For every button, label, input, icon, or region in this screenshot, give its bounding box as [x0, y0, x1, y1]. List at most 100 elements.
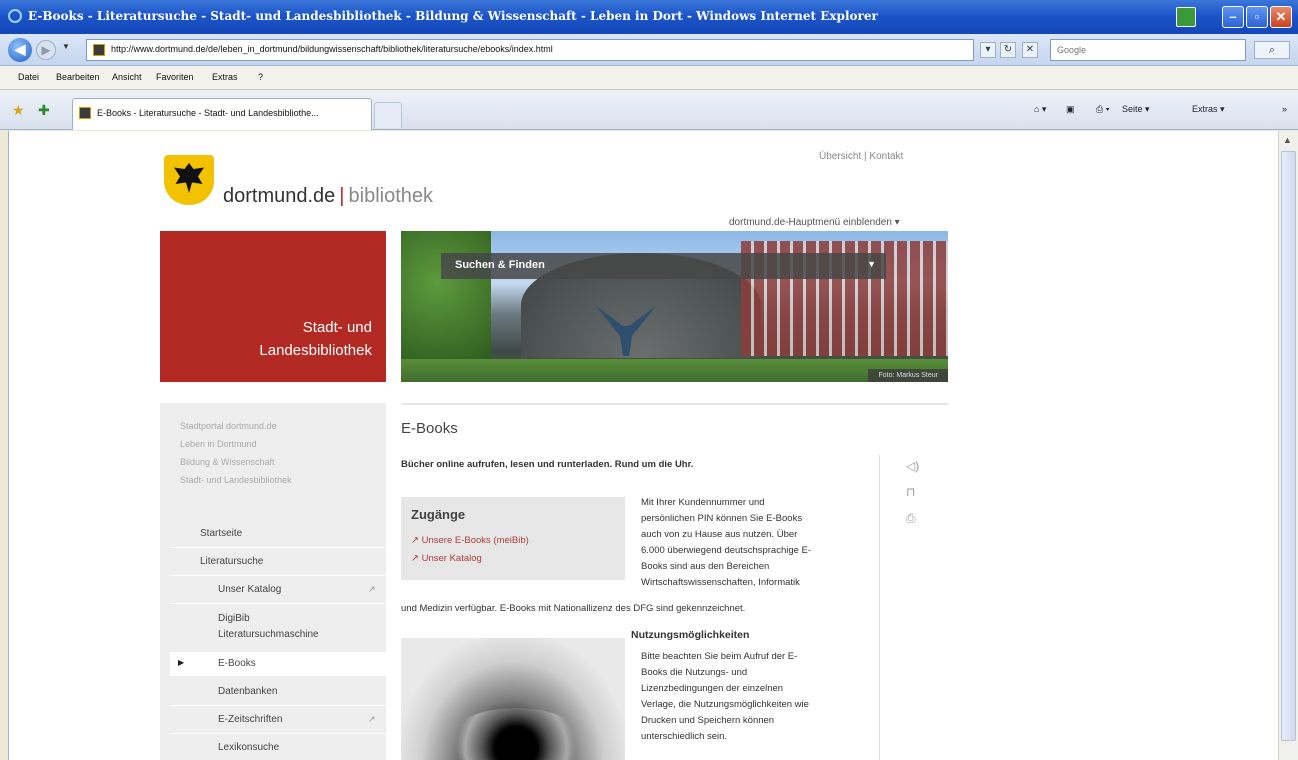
- ie-logo-icon: [8, 9, 22, 23]
- close-button[interactable]: ✕: [1270, 6, 1292, 28]
- print-cmd-icon[interactable]: ⎙ ▾: [1096, 104, 1109, 115]
- stop-button[interactable]: ✕: [1022, 42, 1038, 58]
- speaker-icon[interactable]: ◁): [906, 459, 919, 473]
- favorites-star-icon[interactable]: ★: [12, 102, 25, 119]
- sidebar-item-datenbanken[interactable]: Datenbanken: [218, 686, 278, 697]
- ebooks-access-link[interactable]: ↗ Unsere E-Books (meiBib): [411, 535, 529, 546]
- intro-line: Wirtschaftswissenschaften, Informatik: [641, 577, 800, 588]
- external-link-icon: ↗: [368, 714, 376, 724]
- search-find-dropdown[interactable]: Suchen & Finden ▼: [441, 253, 886, 279]
- dortmund-logo[interactable]: [164, 155, 214, 205]
- menu-help[interactable]: ?: [258, 72, 263, 82]
- usage-line: Lizenzbedingungen der einzelnen: [641, 683, 784, 694]
- breadcrumb-bildung[interactable]: Bildung & Wissenschaft: [180, 457, 275, 467]
- search-input[interactable]: [1051, 40, 1245, 60]
- overview-link[interactable]: Übersicht: [819, 151, 861, 162]
- add-favorite-icon[interactable]: ✚: [38, 102, 50, 119]
- access-box: Zugänge ↗ Unsere E-Books (meiBib) ↗ Unse…: [401, 497, 625, 580]
- extras-menu-button[interactable]: Extras ▾: [1192, 104, 1225, 115]
- eagle-icon: [174, 163, 204, 193]
- library-banner: Stadt- und Landesbibliothek: [160, 231, 386, 382]
- brand-separator: |: [339, 185, 345, 207]
- ebooks-access-link-label: Unsere E-Books (meiBib): [421, 535, 529, 546]
- home-icon[interactable]: ⌂ ▾: [1034, 104, 1046, 115]
- feeds-icon[interactable]: ▣: [1066, 104, 1075, 115]
- sidebar-item-literatursuche[interactable]: Literatursuche: [200, 556, 263, 567]
- eye-image: [441, 708, 591, 760]
- sidebar-item-startseite[interactable]: Startseite: [200, 528, 242, 539]
- scrollbar-thumb[interactable]: [1281, 151, 1296, 741]
- more-commands-icon[interactable]: »: [1282, 104, 1287, 114]
- nav-divider: [170, 705, 386, 706]
- brand-title[interactable]: dortmund.de | bibliothek: [223, 185, 433, 208]
- url-dropdown-icon[interactable]: ▾: [980, 42, 996, 58]
- menu-bearbeiten[interactable]: Bearbeiten: [56, 72, 100, 82]
- sidebar-item-digibib[interactable]: DigiBib: [218, 613, 250, 624]
- active-arrow-icon: ▶: [178, 658, 185, 667]
- hero-trees: [401, 231, 491, 361]
- sidebar-item-e-books-row[interactable]: ▶: [170, 652, 386, 676]
- nav-divider: [170, 733, 386, 734]
- menu-extras[interactable]: Extras: [212, 72, 238, 82]
- top-links: Übersicht | Kontakt: [819, 151, 903, 162]
- top-links-separator: |: [864, 151, 867, 162]
- breadcrumb-bibliothek[interactable]: Stadt- und Landesbibliothek: [180, 475, 292, 485]
- maximize-button[interactable]: ▫: [1246, 6, 1268, 28]
- brand-main: dortmund.de: [223, 185, 336, 207]
- tray-app-icon[interactable]: [1176, 7, 1196, 27]
- hero-lawn: [401, 359, 948, 382]
- sidebar-item-e-zeitschriften[interactable]: E-Zeitschriften: [218, 714, 282, 725]
- breadcrumb-stadtportal[interactable]: Stadtportal dortmund.de: [180, 421, 277, 431]
- external-link-icon: ↗: [368, 584, 376, 594]
- breadcrumb-leben[interactable]: Leben in Dortmund: [180, 439, 257, 449]
- intro-line: persönlichen PIN können Sie E-Books: [641, 513, 803, 524]
- contact-link[interactable]: Kontakt: [869, 151, 903, 162]
- history-dropdown-icon[interactable]: ▼: [62, 42, 70, 51]
- intro-paragraph: Mit Ihrer Kundennummer und persönlichen …: [641, 495, 877, 591]
- left-navigation: Stadtportal dortmund.de Leben in Dortmun…: [160, 403, 386, 760]
- intro-line: Mit Ihrer Kundennummer und: [641, 497, 765, 508]
- menu-favoriten[interactable]: Favoriten: [156, 72, 194, 82]
- minimize-button[interactable]: –: [1222, 6, 1244, 28]
- back-button[interactable]: ◀: [8, 38, 32, 62]
- page-title: E-Books: [401, 420, 458, 437]
- sidebar-item-unser-katalog[interactable]: Unser Katalog: [218, 584, 281, 595]
- page-viewport: dortmund.de | bibliothek Übersicht | Konta…: [8, 131, 1278, 760]
- library-banner-line2: Landesbibliothek: [259, 342, 372, 359]
- usage-line: Books die Nutzungs- und: [641, 667, 748, 678]
- lead-text: Bücher online aufrufen, lesen und runter…: [401, 459, 694, 470]
- tab-active[interactable]: E-Books - Literatursuche - Stadt- und La…: [72, 98, 372, 130]
- usage-paragraph: Bitte beachten Sie beim Aufruf der E- Bo…: [641, 649, 877, 745]
- page-menu-button[interactable]: Seite ▾: [1122, 104, 1150, 115]
- nav-divider: [170, 575, 386, 576]
- address-bar: ◀ ▶ ▼ http://www.dortmund.de/de/leben_in…: [0, 34, 1298, 66]
- usage-line: Verlage, die Nutzungsmöglichkeiten wie: [641, 699, 809, 710]
- sidebar-item-lexikonsuche[interactable]: Lexikonsuche: [218, 742, 279, 753]
- main-menu-toggle[interactable]: dortmund.de-Hauptmenü einblenden ▾: [729, 217, 900, 228]
- sidebar-item-e-books[interactable]: E-Books: [218, 658, 256, 669]
- chevron-down-icon: ▼: [867, 259, 876, 269]
- search-field[interactable]: [1050, 39, 1246, 61]
- catalog-access-link[interactable]: ↗ Unser Katalog: [411, 553, 482, 564]
- intro-line: auch von zu Hause aus nutzen. Über: [641, 529, 798, 540]
- sidebar-item-digibib-line2[interactable]: Literatursuchmaschine: [218, 629, 319, 640]
- search-button[interactable]: ⌕: [1254, 41, 1290, 59]
- vertical-scrollbar[interactable]: ▲: [1278, 131, 1298, 760]
- brand-sub: bibliothek: [348, 185, 434, 207]
- site-favicon-icon: [93, 44, 105, 56]
- print-icon[interactable]: ⎙: [906, 511, 916, 526]
- usage-line: Bitte beachten Sie beim Aufruf der E-: [641, 651, 798, 662]
- url-field[interactable]: http://www.dortmund.de/de/leben_in_dortm…: [86, 39, 974, 61]
- hero-image: Suchen & Finden ▼ Foto: Markus Steur: [401, 231, 948, 382]
- window-title-bar: E-Books - Literatursuche - Stadt- und La…: [0, 0, 1298, 34]
- menu-datei[interactable]: Datei: [18, 72, 39, 82]
- bookmark-icon[interactable]: ⊓: [906, 485, 915, 499]
- nav-divider: [170, 603, 386, 604]
- usage-line: unterschiedlich sein.: [641, 731, 728, 742]
- new-tab-button[interactable]: [374, 102, 402, 128]
- forward-button[interactable]: ▶: [36, 40, 56, 60]
- intro-line: 6.000 überwiegend deutschsprachige E-: [641, 545, 812, 556]
- scroll-up-icon[interactable]: ▲: [1283, 135, 1292, 145]
- menu-ansicht[interactable]: Ansicht: [112, 72, 142, 82]
- refresh-button[interactable]: ↻: [1000, 42, 1016, 58]
